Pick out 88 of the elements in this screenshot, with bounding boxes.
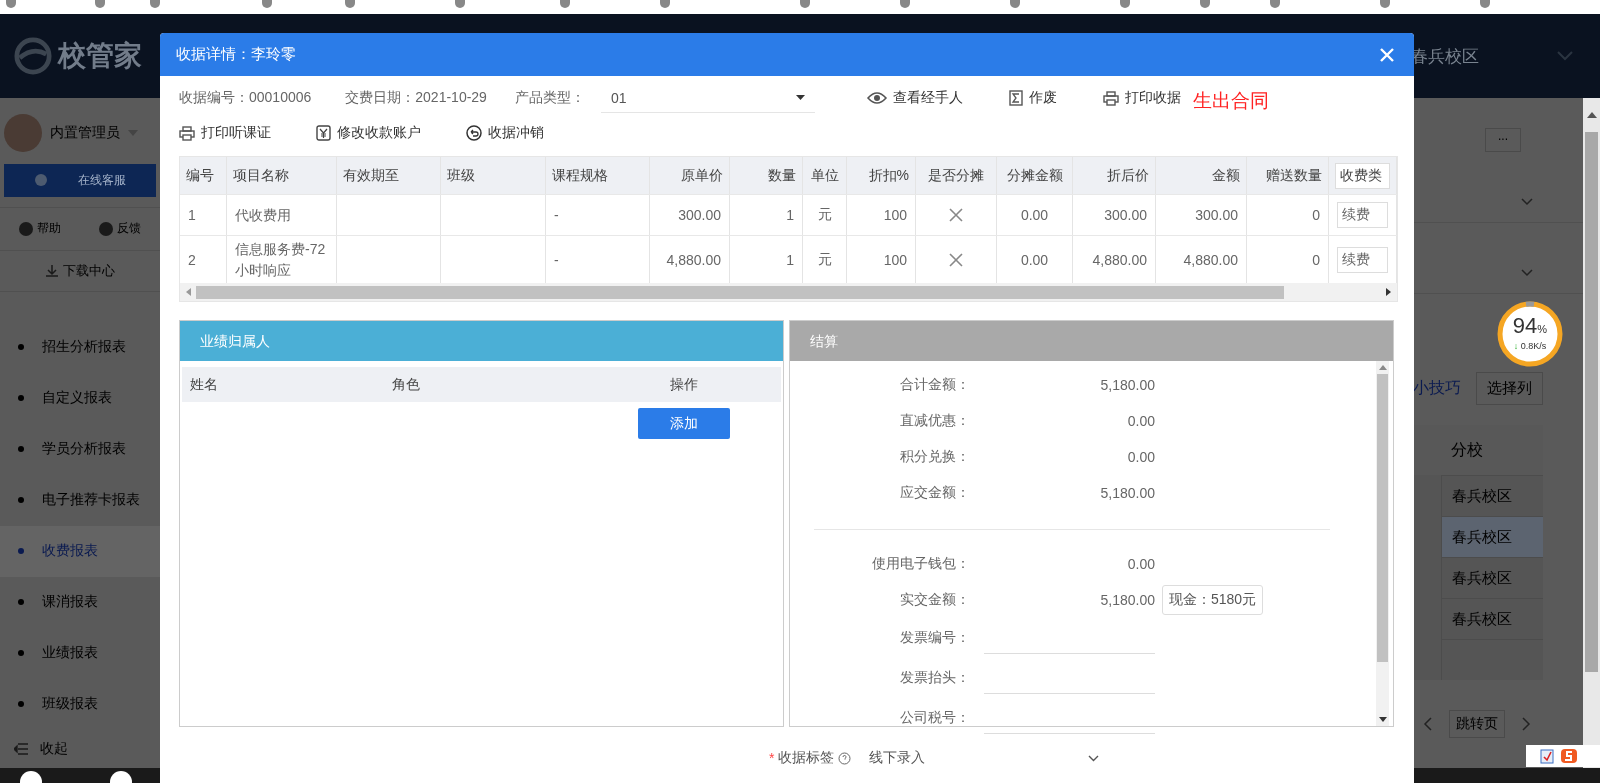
- field-label: 直减优惠：: [899, 412, 970, 430]
- column-header: 课程规格: [546, 157, 650, 194]
- column-header: 是否分摊: [916, 157, 997, 194]
- menu-item[interactable]: 收费报表: [0, 525, 160, 577]
- amount-value: 5,180.00: [1099, 592, 1155, 608]
- service-button[interactable]: 在线客服: [4, 164, 156, 197]
- column-header: 赠送数量: [1247, 157, 1329, 194]
- field-label: 实交金额：: [899, 591, 970, 609]
- help-button[interactable]: 帮助: [0, 207, 80, 250]
- table-cell: 春兵校区: [1441, 598, 1543, 639]
- table-cell: 1: [730, 195, 803, 235]
- table-cell: 0.00: [997, 195, 1073, 235]
- field-label: 收据标签: [778, 749, 835, 767]
- payment-tooltip: 现金：5180元: [1162, 585, 1264, 615]
- table-cell: 春兵校区: [1441, 557, 1543, 598]
- field-label: 合计金额：: [899, 376, 970, 394]
- column-header: 操作: [670, 376, 698, 394]
- menu-item[interactable]: 电子推荐卡报表: [0, 474, 160, 526]
- more-button[interactable]: ...: [1485, 128, 1521, 152]
- table-cell: 代收费用: [227, 195, 337, 235]
- action-link[interactable]: 打印听课证: [179, 124, 271, 142]
- menu-item[interactable]: 自定义报表: [0, 372, 160, 424]
- product-type-label: 产品类型：: [514, 89, 585, 107]
- column-header: 原单价: [650, 157, 730, 194]
- column-header: 数量: [730, 157, 803, 194]
- info-text: 交费日期：2021-10-29: [345, 89, 487, 107]
- info-text: 收据编号：00010006: [179, 89, 312, 107]
- field-label: 应交金额：: [899, 484, 970, 502]
- action-link[interactable]: 作废: [1008, 89, 1057, 107]
- required-mark: *: [769, 750, 775, 766]
- column-header: 收费类: [1335, 162, 1390, 189]
- action-link[interactable]: 收据冲销: [466, 124, 544, 142]
- logo-text: 校管家: [58, 39, 142, 73]
- panel-header: 结算: [790, 321, 1393, 361]
- table-cell: 100: [847, 195, 916, 235]
- field-label: 积分兑换：: [899, 448, 970, 466]
- amount-value: 5,180.00: [1099, 485, 1155, 501]
- column-header: 折后价: [1073, 157, 1156, 194]
- amount-value: 0.00: [1126, 449, 1155, 465]
- menu-item[interactable]: 学员分析报表: [0, 423, 160, 475]
- contract-link[interactable]: 生出合同: [1192, 88, 1269, 114]
- network-speed: ↓ 0.8K/s: [1513, 341, 1547, 351]
- column-header: 金额: [1156, 157, 1247, 194]
- column-header: 分摊金额: [997, 157, 1073, 194]
- table-cell: 300.00: [1073, 195, 1156, 235]
- receipt-tag-select[interactable]: 线下录入: [869, 749, 1100, 767]
- amount-value: 0.00: [1126, 556, 1155, 572]
- column-header: 项目名称: [227, 157, 337, 194]
- column-header: 角色: [392, 376, 420, 394]
- table-cell: 元: [803, 195, 847, 235]
- table-cell: -: [546, 195, 650, 235]
- column-header: 班级: [441, 157, 546, 194]
- user-name[interactable]: 内置管理员: [50, 124, 120, 142]
- column-header: 有效期至: [337, 157, 441, 194]
- usage-percent: 94%: [1512, 314, 1548, 340]
- fee-type-field[interactable]: 续费: [1337, 246, 1388, 273]
- menu-item[interactable]: 班级报表: [0, 678, 160, 730]
- table-cell: 0: [1247, 195, 1329, 235]
- field-label: 公司税号：: [899, 709, 970, 727]
- field-label: 使用电子钱包：: [871, 555, 970, 573]
- amount-value: 0.00: [1126, 413, 1155, 429]
- table-cell: 1: [180, 195, 227, 235]
- column-header: 折扣%: [847, 157, 916, 194]
- page-jump-field[interactable]: 跳转页: [1449, 710, 1505, 738]
- tips-link[interactable]: 小技巧: [1413, 378, 1461, 399]
- fee-type-field[interactable]: 续费: [1337, 202, 1388, 228]
- menu-item[interactable]: 课消报表: [0, 576, 160, 628]
- table-cell: 300.00: [1156, 195, 1247, 235]
- amount-value: 5,180.00: [1099, 377, 1155, 393]
- collapse-button[interactable]: 收起: [0, 729, 160, 768]
- field-label: 发票编号：: [899, 629, 970, 647]
- column-header: 单位: [803, 157, 847, 194]
- column-header: 编号: [180, 157, 227, 194]
- add-button[interactable]: 添加: [638, 408, 730, 439]
- select-columns-button[interactable]: 选择列: [1476, 372, 1543, 405]
- panel-header: 业绩归属人: [180, 321, 783, 361]
- menu-item[interactable]: 业绩报表: [0, 627, 160, 679]
- dialog-title: 收据详情：李玲零: [176, 45, 296, 64]
- product-type-select[interactable]: 01: [600, 83, 815, 113]
- action-link[interactable]: 修改收款账户: [316, 124, 421, 142]
- menu-item[interactable]: 招生分析报表: [0, 321, 160, 373]
- column-header: 姓名: [190, 376, 218, 394]
- action-link[interactable]: 查看经手人: [866, 89, 963, 107]
- field-label: 发票抬头：: [899, 669, 970, 687]
- table-cell: 春兵校区: [1441, 516, 1543, 557]
- feedback-button[interactable]: 反馈: [80, 207, 160, 250]
- table-cell: 300.00: [650, 195, 730, 235]
- action-link[interactable]: 打印收据: [1102, 89, 1181, 107]
